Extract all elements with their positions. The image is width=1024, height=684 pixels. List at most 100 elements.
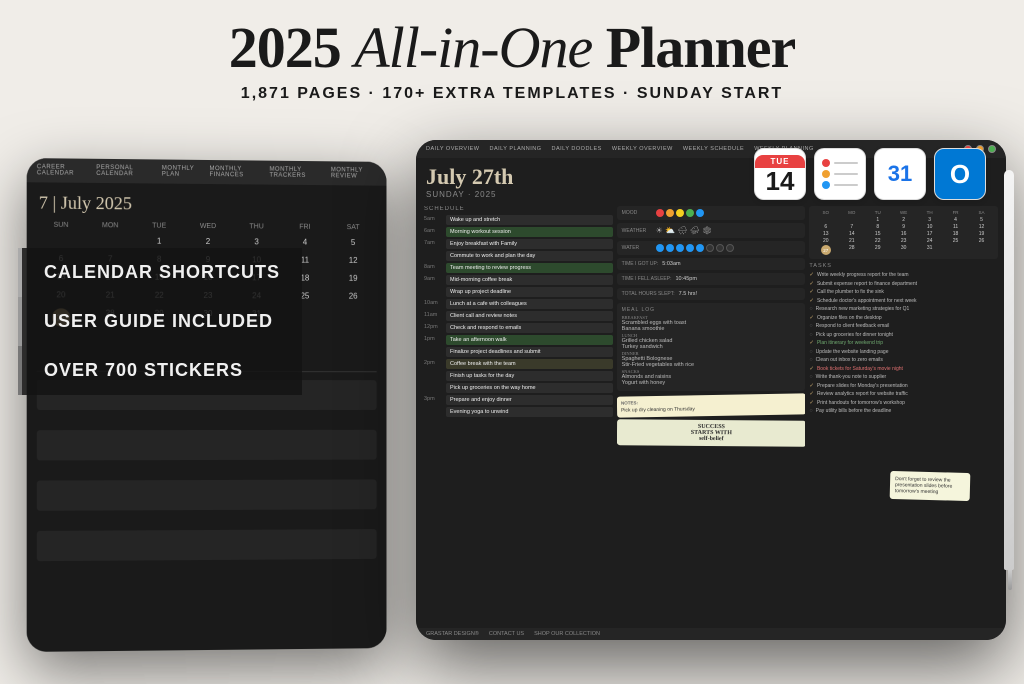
reminders-icon[interactable] <box>814 148 866 200</box>
task-item-14: ✓ Review analytics report for website tr… <box>809 391 998 398</box>
left-nav-career[interactable]: CAREER CALENDAR <box>37 164 88 177</box>
time-empty-6 <box>424 407 442 408</box>
task-workout: Morning workout session <box>446 227 613 237</box>
title-end: Planner <box>592 15 795 80</box>
left-nav-trackers[interactable]: MONTHLY TRACKERS <box>269 167 322 179</box>
time-2pm: 2pm <box>424 359 442 366</box>
left-nav-monthly[interactable]: MONTHLY PLAN <box>162 166 202 178</box>
task-check-0: ✓ <box>809 272 814 278</box>
water-drop-6[interactable] <box>706 244 714 252</box>
right-nav-daily-overview[interactable]: DAILY OVERVIEW <box>426 146 479 152</box>
mood-row: MOOD <box>617 206 806 220</box>
task-check-9: ○ <box>809 349 812 355</box>
page-title: 2025 All-in-One Planner <box>0 18 1024 79</box>
mood-dots <box>656 209 704 217</box>
water-drop-3[interactable] <box>676 244 684 252</box>
mood-dot-4[interactable] <box>686 209 694 217</box>
water-tracker <box>656 244 734 252</box>
google-calendar-icon[interactable]: 31 <box>874 148 926 200</box>
reminder-line-1 <box>834 162 858 164</box>
task-coffee: Mid-morning coffee break <box>446 275 613 285</box>
reminder-row-2 <box>822 170 858 178</box>
right-tablet-screen: DAILY OVERVIEW DAILY PLANNING DAILY DOOD… <box>416 140 1006 640</box>
time-8am: 8am <box>424 263 442 270</box>
outlook-icon[interactable]: O <box>934 148 986 200</box>
reminder-row-3 <box>822 181 858 189</box>
task-check-1: ✓ <box>809 281 814 287</box>
time-12pm: 12pm <box>424 323 442 330</box>
feature-badge-guide: USER GUIDE INCLUDED <box>18 297 302 346</box>
water-drop-7[interactable] <box>716 244 724 252</box>
time-10am: 10am <box>424 299 442 306</box>
mini-cal-cells: 12345 6789101112 13141516171819 20212223… <box>813 217 994 255</box>
time-9am: 9am <box>424 275 442 282</box>
feature-badge-stickers-text: OVER 700 STICKERS <box>44 360 243 380</box>
mini-calendar: SOMOTUWETHFRSA 12345 6789101112 13141516… <box>809 206 998 259</box>
notes-sticky-1: NOTES: Pick up dry cleaning on Thursday <box>617 393 806 417</box>
schedule-label: SCHEDULE <box>424 206 613 212</box>
task-lunch: Lunch at a cafe with colleagues <box>446 299 613 309</box>
left-nav-review[interactable]: MONTHLY REVIEW <box>331 167 377 179</box>
task-text-16: Pay utility bills before the deadline <box>816 408 892 415</box>
mood-dot-1[interactable] <box>656 209 664 217</box>
app-icons-row: TUE 14 31 O <box>754 148 986 200</box>
task-item-7: ○ Pick up groceries for dinner tonight <box>809 332 998 339</box>
left-nav-bar: CAREER CALENDAR PERSONAL CALENDAR MONTHL… <box>27 158 387 186</box>
mood-dot-3[interactable] <box>676 209 684 217</box>
reminder-dot-blue <box>822 181 830 189</box>
right-tablet: DAILY OVERVIEW DAILY PLANNING DAILY DOOD… <box>416 140 1006 640</box>
water-drop-4[interactable] <box>686 244 694 252</box>
weather-icons: ☀ ⛅ 🌧 ⛈ ❄ <box>656 226 713 235</box>
time-6am: 6am <box>424 227 442 234</box>
gcal-label: 31 <box>888 161 912 187</box>
left-nav-finances[interactable]: MONTHLY FINANCES <box>209 166 261 179</box>
sleep-wake-value: 5:03am <box>662 261 680 267</box>
task-item-9: ○ Update the website landing page <box>809 349 998 356</box>
time-empty-5 <box>424 383 442 384</box>
mini-cal-day-headers: SOMOTUWETHFRSA <box>813 210 994 215</box>
task-item-1: ✓ Submit expense report to finance depar… <box>809 281 998 288</box>
task-text-10: Clean out inbox to zero emails <box>816 357 883 364</box>
reminder-line-2 <box>834 173 858 175</box>
task-finish: Finish up tasks for the day <box>446 371 613 381</box>
mood-label: MOOD <box>622 210 652 216</box>
reminder-dot-orange <box>822 170 830 178</box>
schedule-item-8: 11am Client call and review notes <box>424 311 613 321</box>
schedule-item-0: 5am Wake up and stretch <box>424 215 613 225</box>
task-check-16: ○ <box>809 408 812 414</box>
right-nav-weekly-overview[interactable]: WEEKLY OVERVIEW <box>612 146 673 152</box>
task-check-3: ✓ <box>809 298 814 304</box>
schedule-item-13: Finish up tasks for the day <box>424 371 613 381</box>
water-drop-2[interactable] <box>666 244 674 252</box>
left-nav-personal[interactable]: PERSONAL CALENDAR <box>96 165 154 178</box>
mood-dot-2[interactable] <box>666 209 674 217</box>
task-item-11: ✓ Book tickets for Saturday's movie nigh… <box>809 366 998 373</box>
task-yoga: Evening yoga to unwind <box>446 407 613 417</box>
task-check-14: ✓ <box>809 391 814 397</box>
task-check-12: ○ <box>809 374 812 380</box>
water-drop-1[interactable] <box>656 244 664 252</box>
reminder-dot-red <box>822 159 830 167</box>
right-nav-daily-doodles[interactable]: DAILY DOODLES <box>552 146 602 152</box>
sticky-2-text: SUCCESSSTARTS WITHself-belief <box>621 423 802 443</box>
time-empty-4 <box>424 371 442 372</box>
task-check-5: ✓ <box>809 315 814 321</box>
stylus-tip <box>1008 570 1012 590</box>
cal-date: 14 <box>766 168 795 194</box>
task-text-9: Update the website landing page <box>816 349 889 356</box>
task-wake: Wake up and stretch <box>446 215 613 225</box>
schedule-column: SCHEDULE 5am Wake up and stretch 6am Mor… <box>424 206 613 620</box>
task-dinner: Prepare and enjoy dinner <box>446 395 613 405</box>
task-text-4: Research new marketing strategies for Q1 <box>816 306 910 313</box>
task-check-10: ○ <box>809 357 812 363</box>
water-drop-8[interactable] <box>726 244 734 252</box>
task-text-15: Print handouts for tomorrow's workshop <box>817 400 905 407</box>
time-empty-1 <box>424 251 442 252</box>
task-item-6: ○ Respond to client feedback email <box>809 323 998 330</box>
right-nav-daily-planning[interactable]: DAILY PLANNING <box>489 146 541 152</box>
water-drop-5[interactable] <box>696 244 704 252</box>
apple-calendar-icon[interactable]: TUE 14 <box>754 148 806 200</box>
mood-dot-5[interactable] <box>696 209 704 217</box>
right-nav-weekly-schedule[interactable]: WEEKLY SCHEDULE <box>683 146 744 152</box>
reminder-row-1 <box>822 159 858 167</box>
